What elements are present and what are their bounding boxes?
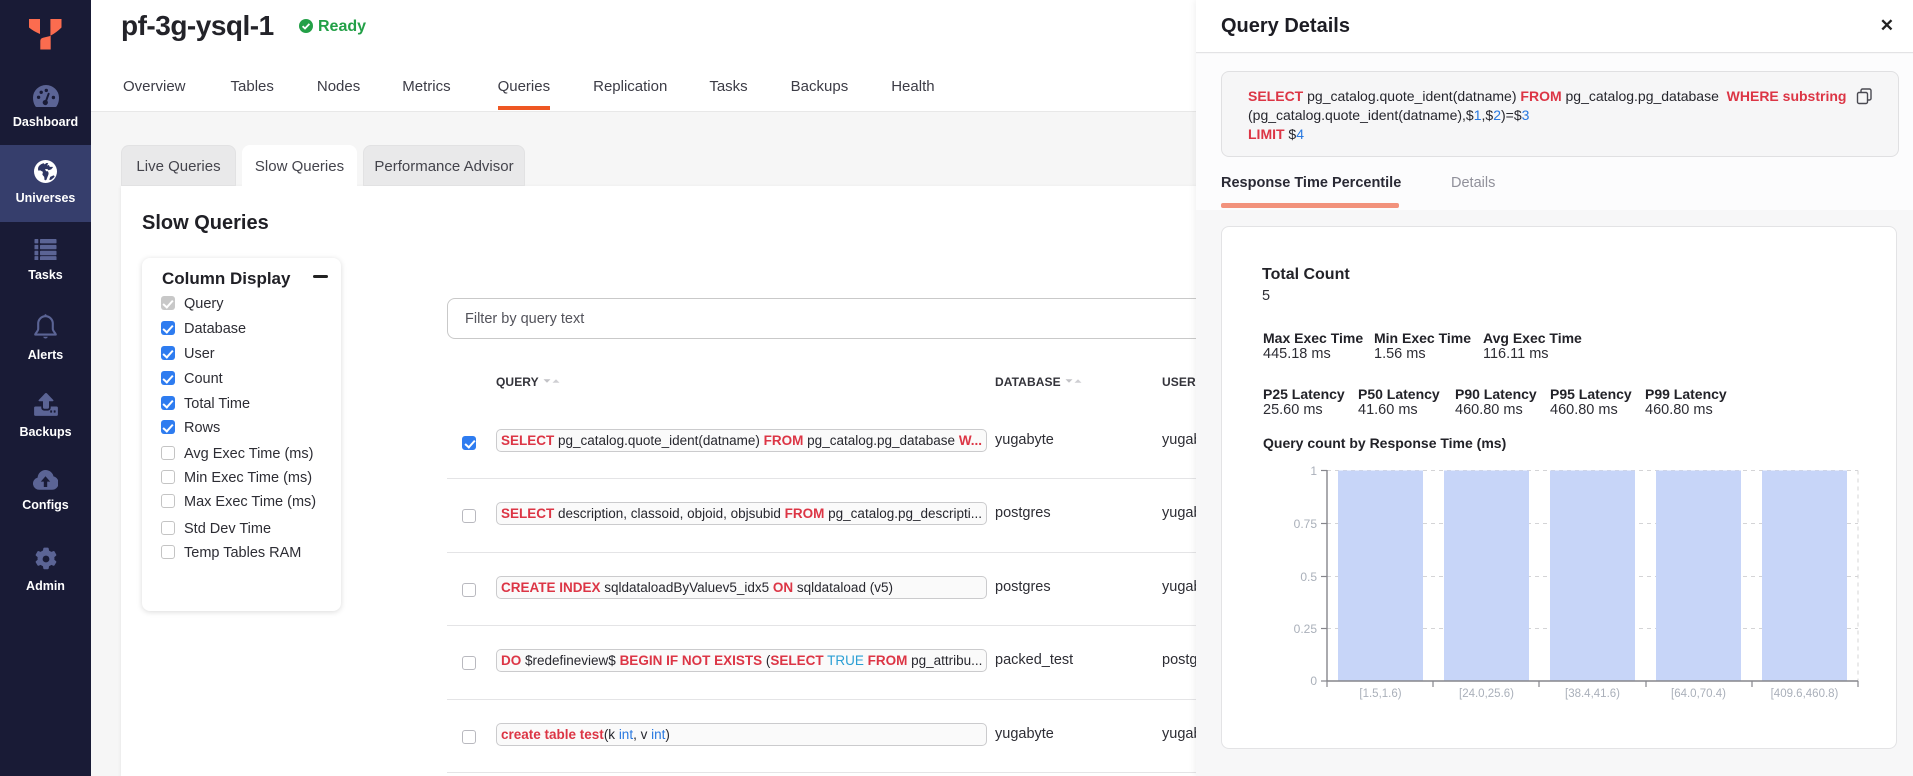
svg-text:0.5: 0.5: [1300, 570, 1317, 584]
svg-text:0: 0: [1310, 674, 1317, 688]
svg-text:1: 1: [1310, 464, 1317, 478]
svg-text:0.75: 0.75: [1294, 517, 1318, 531]
svg-text:0.25: 0.25: [1294, 622, 1318, 636]
svg-text:[64.0,70.4): [64.0,70.4): [1671, 688, 1726, 700]
svg-text:[409.6,460.8): [409.6,460.8): [1771, 688, 1839, 700]
svg-text:[38.4,41.6): [38.4,41.6): [1565, 688, 1620, 700]
svg-text:[1.5,1.6): [1.5,1.6): [1359, 688, 1401, 700]
svg-text:[24.0,25.6): [24.0,25.6): [1459, 688, 1514, 700]
